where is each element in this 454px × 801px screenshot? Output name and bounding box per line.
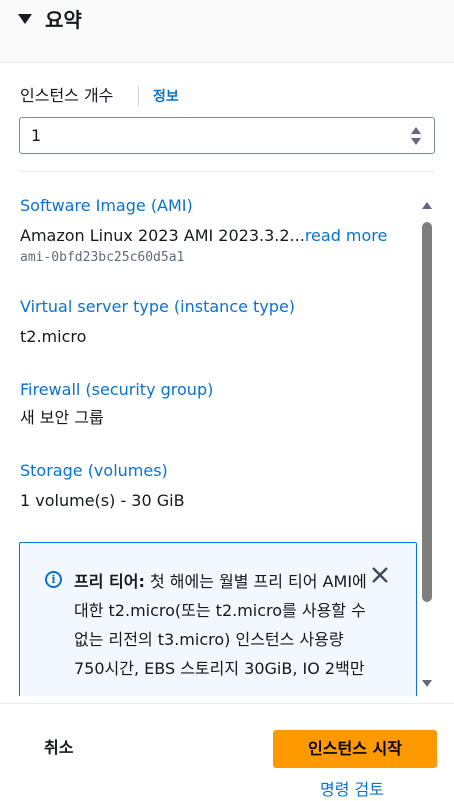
free-tier-text: 프리 티어: 첫 해에는 월별 프리 티어 AMI에 대한 t2.micro(또… [74, 567, 374, 683]
info-link[interactable]: 정보 [153, 88, 179, 106]
ami-name: Amazon Linux 2023 AMI 2023.3.2... [20, 226, 305, 245]
stepper-down-icon[interactable] [411, 138, 421, 145]
review-commands-link[interactable]: 명령 검토 [320, 780, 384, 800]
caret-down-icon[interactable] [18, 14, 32, 24]
scrollbar[interactable] [420, 196, 434, 690]
action-footer: 취소 인스턴스 시작 명령 검토 [0, 703, 454, 801]
ami-label: Software Image (AMI) [20, 196, 193, 215]
instance-type-label: Virtual server type (instance type) [20, 297, 296, 316]
free-tier-alert: i 프리 티어: 첫 해에는 월별 프리 티어 AMI에 대한 t2.micro… [19, 542, 417, 696]
firewall-value: 새 보안 그룹 [20, 408, 104, 427]
info-icon: i [45, 571, 62, 588]
cancel-button[interactable]: 취소 [44, 738, 73, 758]
instance-count-label: 인스턴스 개수 [20, 86, 114, 105]
launch-instance-button[interactable]: 인스턴스 시작 [273, 730, 437, 768]
instance-count-input[interactable]: 1 [19, 117, 435, 154]
close-icon[interactable] [370, 565, 390, 585]
stepper-up-icon[interactable] [411, 127, 421, 134]
summary-title: 요약 [45, 8, 82, 32]
quantity-stepper[interactable] [411, 127, 421, 146]
ami-id: ami-0bfd23bc25c60d5a1 [20, 250, 185, 265]
firewall-label: Firewall (security group) [20, 380, 214, 399]
scroll-down-icon[interactable] [422, 680, 432, 687]
read-more-link[interactable]: read more [305, 226, 388, 245]
divider [19, 171, 435, 172]
summary-header[interactable]: 요약 [0, 0, 454, 63]
instance-count-value: 1 [31, 126, 42, 145]
storage-value: 1 volume(s) - 30 GiB [20, 491, 185, 510]
summary-details: Software Image (AMI) Amazon Linux 2023 A… [0, 186, 454, 696]
ami-value: Amazon Linux 2023 AMI 2023.3.2...read mo… [20, 226, 387, 246]
free-tier-title: 프리 티어: [74, 572, 145, 591]
instance-type-value: t2.micro [20, 327, 87, 346]
scrollbar-thumb[interactable] [422, 222, 432, 602]
label-divider [138, 86, 139, 106]
storage-label: Storage (volumes) [20, 461, 168, 480]
scroll-up-icon[interactable] [422, 202, 432, 209]
